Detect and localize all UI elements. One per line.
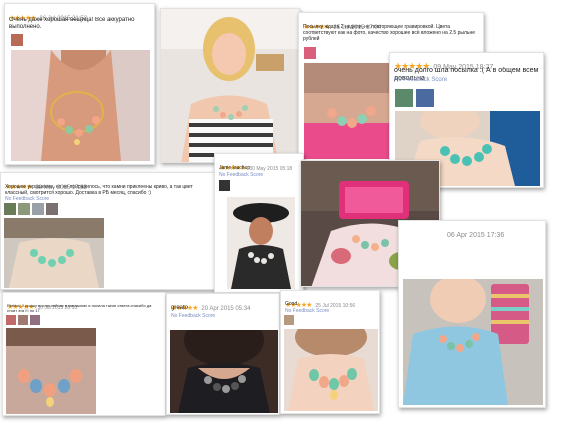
review-text: Perfect, !! прошу нослю сейчас в магазин… — [7, 303, 152, 313]
review-thumbnail[interactable] — [18, 203, 30, 215]
review-thumbnail[interactable] — [46, 203, 58, 215]
review-text: Хорошее украшение, но не понравилось, чт… — [5, 184, 193, 196]
review-card-6: ★★★★★ 30 May 2015 05:18 Jame lauchup No F… — [214, 153, 304, 293]
review-photo[interactable] — [304, 63, 394, 159]
review-text: Посылку ждала 2 недели, не повторяющее г… — [303, 24, 476, 42]
feedback-score: No Feedback Score — [171, 313, 216, 319]
review-thumbnail[interactable] — [32, 203, 44, 215]
review-date: 06 Apr 2015 17:36 — [447, 232, 505, 239]
review-text: Good — [285, 301, 298, 307]
review-thumbnail[interactable] — [18, 315, 28, 325]
review-card-1: ★★★★★ 26 Jul 2015 21:53 Очень даже хороша… — [4, 3, 155, 165]
review-thumbnail[interactable] — [30, 315, 40, 325]
review-card-8: 06 Apr 2015 17:36 — [398, 220, 546, 408]
feedback-score: No Feedback Score — [5, 196, 50, 202]
review-thumbnail[interactable] — [395, 89, 413, 107]
review-thumbnail[interactable] — [304, 47, 316, 59]
review-photo[interactable] — [6, 328, 96, 414]
review-photo[interactable] — [161, 9, 299, 162]
review-card-2 — [160, 8, 300, 163]
review-thumbnail[interactable] — [11, 34, 23, 46]
review-photo[interactable] — [11, 50, 150, 161]
feedback-score: No Feedback Score — [219, 172, 264, 178]
review-thumbnail[interactable] — [4, 203, 16, 215]
review-thumbnail[interactable] — [284, 315, 294, 325]
feedback-score: No Feedback Score — [394, 77, 448, 83]
review-card-5: ★★★★★ 28 May 2015 17:32 Хорошее украшение… — [0, 172, 216, 290]
review-card-11: ★★★★★ 25 Jul 2015 10:56 Good No Feedback … — [280, 290, 380, 414]
review-card-9: ★★★★★ 30 Jul 2015 20:10 Perfect, !! прошу… — [2, 292, 166, 416]
review-card-10: ★★★★★ 20 Apr 2015 05:34 greato No Feedbac… — [166, 293, 280, 415]
review-photo[interactable] — [170, 330, 278, 413]
review-text: Очень даже хорошая вещица! Все аккуратно… — [9, 17, 135, 30]
review-text: Jame lauchup — [219, 165, 251, 171]
review-text: greato — [171, 305, 189, 311]
review-thumbnail[interactable] — [219, 180, 230, 191]
review-photo[interactable] — [284, 329, 378, 411]
review-photo[interactable] — [403, 279, 543, 405]
feedback-score: No Feedback Score — [285, 308, 330, 314]
review-thumbnail[interactable] — [416, 89, 434, 107]
review-header: 06 Apr 2015 17:36 — [403, 224, 541, 242]
review-thumbnail[interactable] — [6, 315, 16, 325]
phone-icon — [345, 187, 403, 213]
review-photo[interactable] — [4, 218, 104, 288]
review-photo[interactable] — [227, 197, 295, 289]
